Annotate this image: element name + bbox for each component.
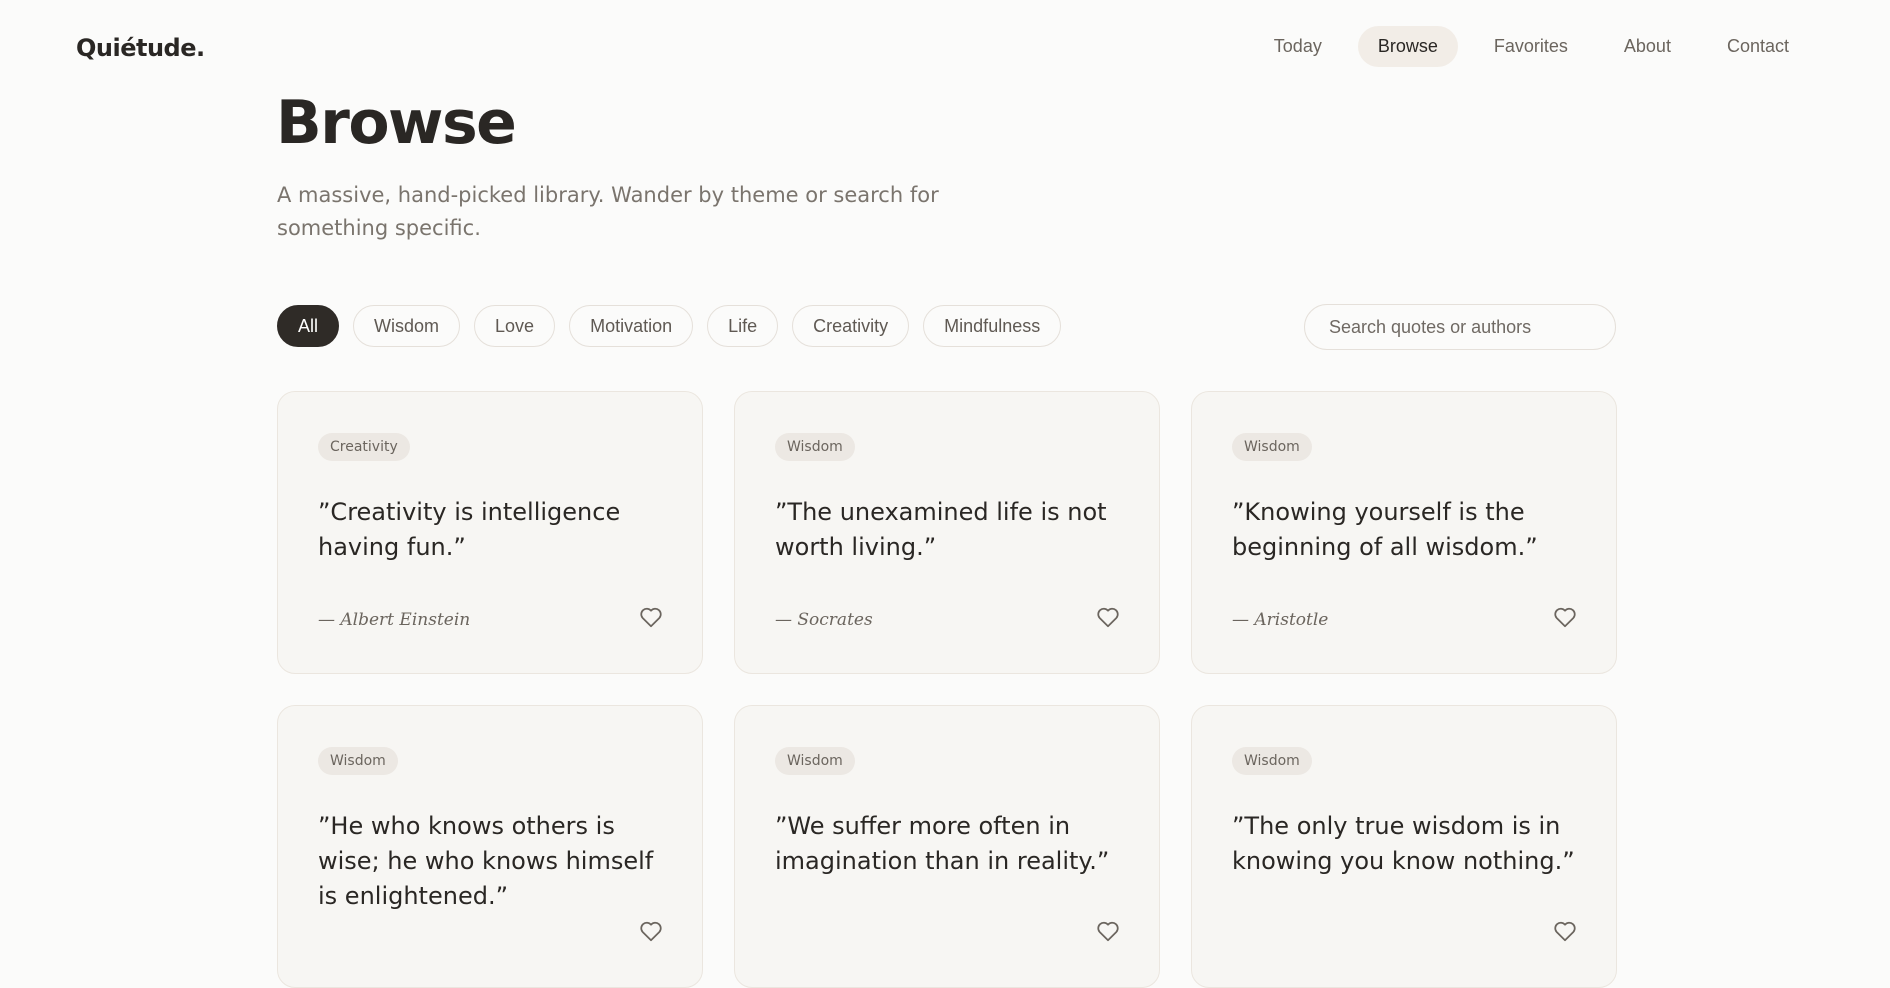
filter-chip-life[interactable]: Life — [707, 305, 779, 347]
heart-icon[interactable] — [638, 604, 664, 630]
quote-text: ”The only true wisdom is in knowing you … — [1232, 812, 1575, 875]
brand-logo[interactable]: Quiétude. — [76, 34, 205, 62]
quote-tag[interactable]: Wisdom — [775, 433, 855, 461]
heart-icon[interactable] — [1552, 604, 1578, 630]
search-input[interactable] — [1304, 304, 1616, 350]
quote-grid: Creativity ”Creativity is intelligence h… — [277, 391, 1617, 988]
page-subtitle: A massive, hand-picked library. Wander b… — [277, 183, 939, 240]
quote-text: ”We suffer more often in imagination tha… — [775, 812, 1110, 875]
heart-icon[interactable] — [638, 918, 664, 944]
quote-card: Wisdom ”Knowing yourself is the beginnin… — [1191, 391, 1617, 674]
quote-card: Wisdom ”The unexamined life is not worth… — [734, 391, 1160, 674]
nav-about[interactable]: About — [1604, 26, 1691, 67]
nav-contact[interactable]: Contact — [1707, 26, 1809, 67]
heart-icon[interactable] — [1095, 918, 1121, 944]
filter-chip-all[interactable]: All — [277, 305, 340, 347]
filter-chip-wisdom[interactable]: Wisdom — [353, 305, 461, 347]
nav-today[interactable]: Today — [1254, 26, 1342, 67]
nav-browse[interactable]: Browse — [1357, 26, 1458, 67]
quote-tag[interactable]: Creativity — [318, 433, 410, 461]
quote-tag[interactable]: Wisdom — [1232, 747, 1312, 775]
filter-chip-love[interactable]: Love — [474, 305, 556, 347]
quote-card: Wisdom ”He who knows others is wise; he … — [277, 705, 703, 988]
filter-chip-mindfulness[interactable]: Mindfulness — [923, 305, 1062, 347]
heart-icon[interactable] — [1095, 604, 1121, 630]
filter-chips: All Wisdom Love Motivation Life Creativi… — [277, 305, 1062, 347]
nav-favorites[interactable]: Favorites — [1474, 26, 1588, 67]
quote-text: ”The unexamined life is not worth living… — [775, 498, 1107, 561]
quote-text: ”Creativity is intelligence having fun.” — [318, 498, 621, 561]
filter-chip-creativity[interactable]: Creativity — [792, 305, 910, 347]
quote-author: — Socrates — [775, 610, 873, 630]
quote-author: — Albert Einstein — [318, 610, 471, 630]
quote-tag[interactable]: Wisdom — [1232, 433, 1312, 461]
quote-card: Wisdom ”We suffer more often in imaginat… — [734, 705, 1160, 988]
quote-card: Wisdom ”The only true wisdom is in knowi… — [1191, 705, 1617, 988]
quote-text: ”Knowing yourself is the beginning of al… — [1232, 498, 1538, 561]
top-navigation: Today Browse Favorites About Contact — [1254, 26, 1809, 67]
filter-chip-motivation[interactable]: Motivation — [569, 305, 694, 347]
quote-author: — Aristotle — [1232, 610, 1329, 630]
page-title: Browse — [276, 88, 517, 158]
quote-tag[interactable]: Wisdom — [775, 747, 855, 775]
heart-icon[interactable] — [1552, 918, 1578, 944]
quote-text: ”He who knows others is wise; he who kno… — [318, 812, 654, 910]
quote-card: Creativity ”Creativity is intelligence h… — [277, 391, 703, 674]
quote-tag[interactable]: Wisdom — [318, 747, 398, 775]
